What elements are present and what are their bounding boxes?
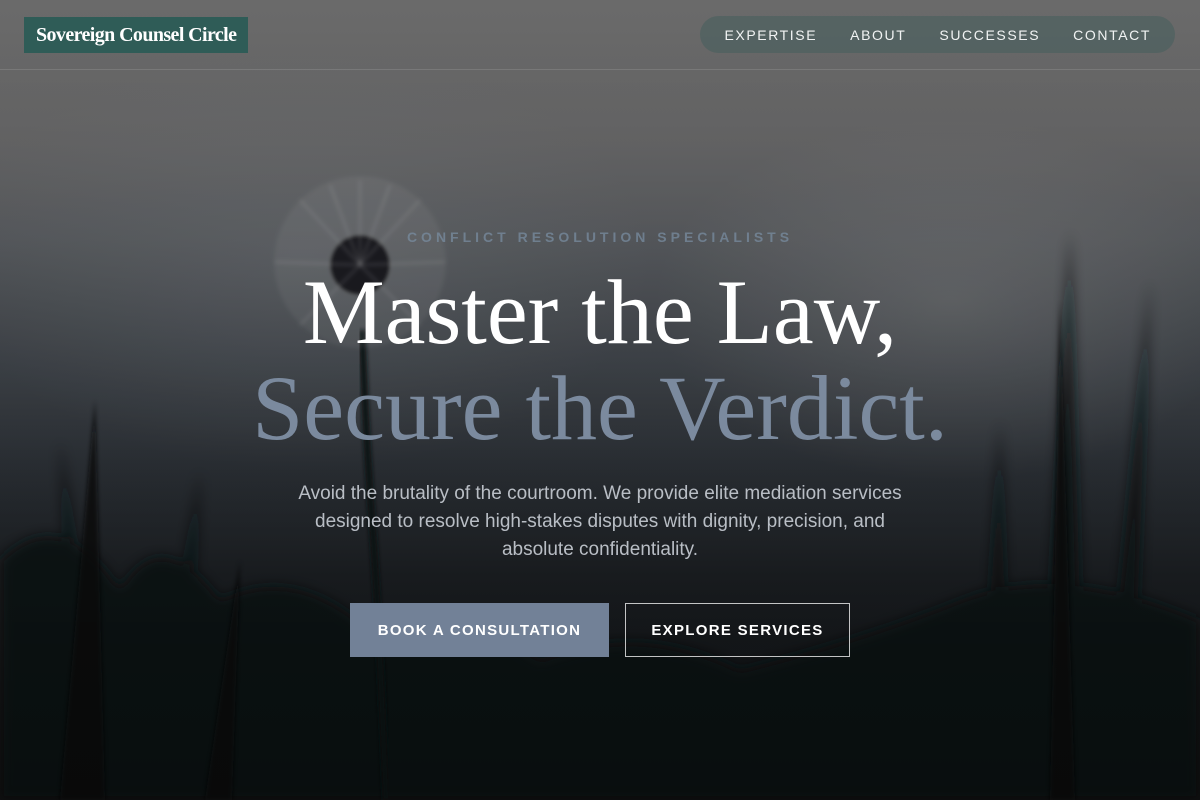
book-consultation-button[interactable]: BOOK A CONSULTATION: [350, 603, 609, 657]
explore-services-button[interactable]: EXPLORE SERVICES: [625, 603, 850, 657]
nav-link-expertise[interactable]: EXPERTISE: [724, 27, 817, 43]
main-nav: EXPERTISE ABOUT SUCCESSES CONTACT: [700, 16, 1175, 53]
nav-link-successes[interactable]: SUCCESSES: [939, 27, 1040, 43]
site-header: Sovereign Counsel Circle EXPERTISE ABOUT…: [0, 0, 1200, 70]
hero-headline-line-1: Master the Law,: [302, 261, 898, 363]
hero-headline-line-2: Secure the Verdict.: [252, 357, 948, 459]
hero-description: Avoid the brutality of the courtroom. We…: [298, 483, 902, 560]
nav-link-contact[interactable]: CONTACT: [1073, 27, 1151, 43]
hero-eyebrow: CONFLICT RESOLUTION SPECIALISTS: [406, 229, 794, 245]
nav-link-about[interactable]: ABOUT: [850, 27, 906, 43]
brand-logo[interactable]: Sovereign Counsel Circle: [24, 17, 249, 53]
